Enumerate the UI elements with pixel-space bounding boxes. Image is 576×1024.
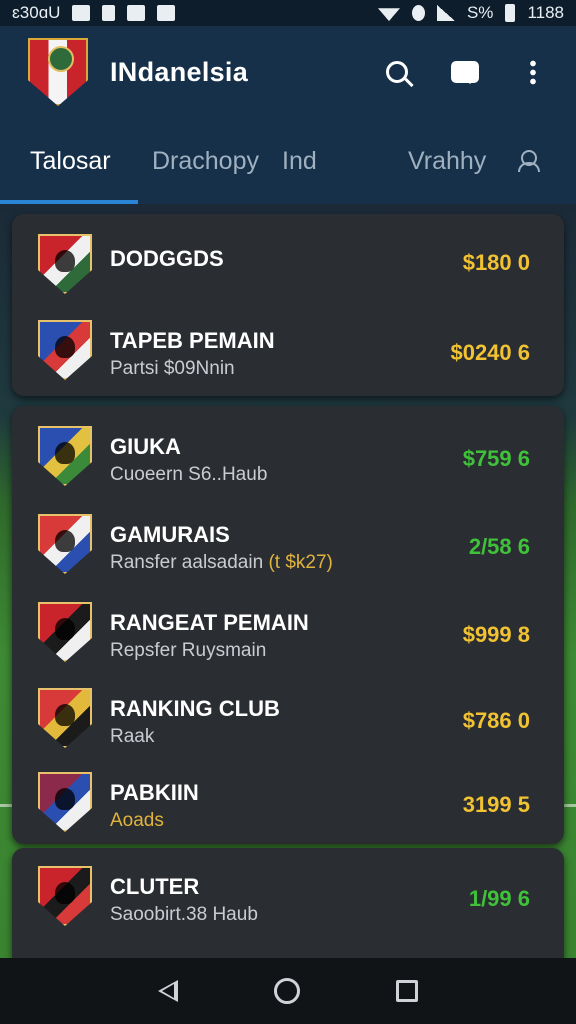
search-button[interactable] (382, 57, 412, 87)
list-item[interactable]: GAMURAIS Ransfer aalsadain (t $k27) 2/58… (12, 500, 564, 586)
club-name: PABKIIN (110, 780, 199, 805)
gallery-notification-icon (157, 5, 176, 21)
club-price: $0240 6 (450, 340, 530, 365)
status-bar: ɛ30ɑU S% 1188 (0, 0, 576, 26)
file-notification-icon (102, 5, 116, 21)
club-name: CLUTER (110, 874, 200, 899)
club-subtitle: Repsfer Ruysmain (110, 640, 267, 661)
club-name: RANGEAT PEMAIN (110, 610, 309, 635)
club-crest-icon (38, 688, 92, 748)
crest-icon (28, 38, 88, 106)
club-crest-icon (38, 602, 92, 662)
club-crest-icon (38, 514, 92, 574)
back-triangle-icon[interactable] (158, 980, 178, 1002)
club-subtitle-text: Ransfer aalsadain (110, 552, 264, 573)
club-price: 2/58 6 (468, 534, 530, 559)
club-crest-icon (38, 772, 92, 832)
list-item[interactable]: GIUKA Cuoeern S6..Haub $759 6 (12, 412, 564, 498)
signal-icon (436, 5, 455, 21)
club-subtitle-accent: (t $k27) (268, 552, 333, 573)
recents-square-icon[interactable] (396, 980, 418, 1002)
more-vert-icon (530, 59, 536, 85)
chat-icon (451, 61, 479, 84)
person-icon (518, 150, 540, 172)
club-price: 3199 5 (462, 792, 530, 817)
club-name: GAMURAIS (110, 522, 230, 547)
status-clock: 1188 (527, 3, 564, 22)
club-subtitle: Raak (110, 726, 155, 747)
club-name: RANKING CLUB (110, 696, 280, 721)
club-subtitle: Saoobirt.38 Haub (110, 904, 258, 925)
club-name: DODGGDS (110, 246, 224, 271)
club-card: DODGGDS $180 0 TAPEB PEMAIN Partsi $09Nn… (12, 214, 564, 396)
club-subtitle: Ransfer aalsadain (t $k27) (110, 552, 333, 574)
club-crest-icon (38, 320, 92, 380)
list-item[interactable]: DODGGDS $180 0 (12, 220, 564, 306)
club-subtitle: Partsi $09Nnin (110, 358, 235, 379)
club-crest-icon (38, 234, 92, 294)
image-notification-icon (72, 5, 91, 21)
club-price: 1/99 6 (468, 886, 530, 911)
search-icon (386, 61, 408, 83)
tab-drachopy[interactable]: Drachopy (138, 118, 280, 204)
list-item[interactable]: PABKIIN Aoads 3199 5 (12, 758, 564, 844)
club-card: GIUKA Cuoeern S6..Haub $759 6 GAMURAIS R… (12, 406, 564, 844)
tab-ind[interactable]: Ind (280, 118, 384, 204)
club-price: $759 6 (462, 446, 530, 471)
club-crest-icon (38, 426, 92, 486)
more-button[interactable] (518, 57, 548, 87)
club-price: $999 8 (462, 622, 530, 647)
list-item[interactable]: CLUTER Saoobirt.38 Haub 1/99 6 (12, 852, 564, 938)
club-subtitle: Aoads (110, 810, 164, 831)
club-price: $786 0 (462, 708, 530, 733)
system-nav-bar (0, 958, 576, 1024)
wifi-icon (377, 8, 400, 21)
chat-button[interactable] (450, 57, 480, 87)
club-crest-icon (38, 866, 92, 926)
tab-talosar[interactable]: Talosar (0, 118, 138, 204)
battery-icon (505, 4, 516, 22)
club-subtitle: Cuoeern S6..Haub (110, 464, 268, 485)
tab-vrahhy[interactable]: Vrahhy (384, 118, 504, 204)
club-name: GIUKA (110, 434, 181, 459)
club-price: $180 0 (462, 250, 530, 275)
status-time: ɛ30ɑU (12, 3, 61, 22)
alarm-icon (411, 5, 425, 21)
list-item[interactable]: TAPEB PEMAIN Partsi $09Nnin $0240 6 (12, 306, 564, 392)
battery-percent: S% (466, 3, 494, 22)
tab-bar: Talosar Drachopy Ind Vrahhy (0, 118, 576, 204)
list-item[interactable]: RANGEAT PEMAIN Repsfer Ruysmain $999 8 (12, 588, 564, 674)
list-item[interactable]: RANKING CLUB Raak $786 0 (12, 674, 564, 760)
club-name: TAPEB PEMAIN (110, 328, 275, 353)
club-card: CLUTER Saoobirt.38 Haub 1/99 6 (12, 848, 564, 968)
home-circle-icon[interactable] (274, 978, 300, 1004)
app-bar: INdanelsia (0, 26, 576, 118)
tab-profile[interactable] (518, 118, 548, 204)
app-notification-icon (127, 5, 146, 21)
app-title: INdanelsia (110, 56, 249, 87)
